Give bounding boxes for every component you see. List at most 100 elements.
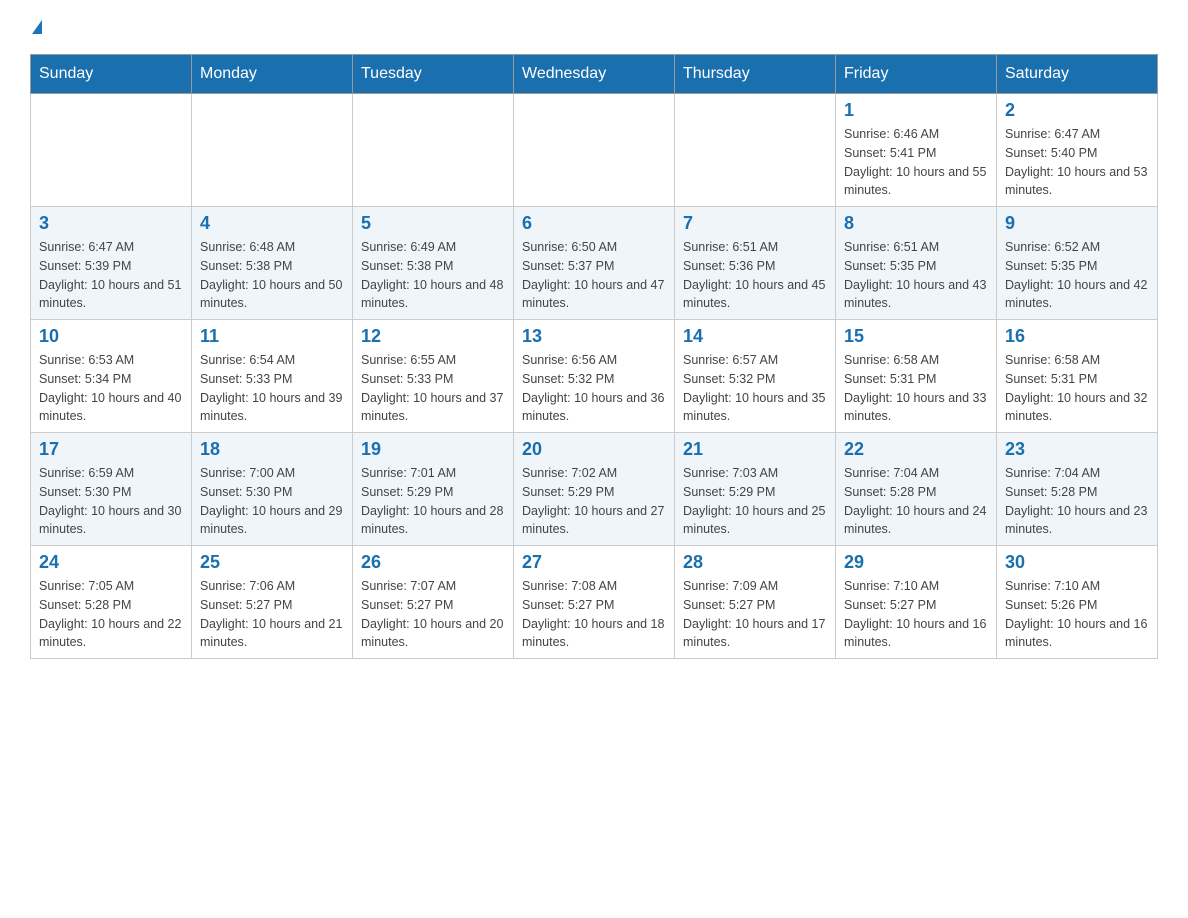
- day-number: 17: [39, 439, 183, 460]
- day-number: 19: [361, 439, 505, 460]
- calendar-cell: 21 Sunrise: 7:03 AMSunset: 5:29 PMDayligh…: [675, 433, 836, 546]
- calendar-cell: 10 Sunrise: 6:53 AMSunset: 5:34 PMDayligh…: [31, 320, 192, 433]
- day-number: 1: [844, 100, 988, 121]
- calendar-table: SundayMondayTuesdayWednesdayThursdayFrid…: [30, 54, 1158, 659]
- day-number: 22: [844, 439, 988, 460]
- weekday-header-friday: Friday: [836, 55, 997, 94]
- week-row-2: 3 Sunrise: 6:47 AMSunset: 5:39 PMDaylight…: [31, 207, 1158, 320]
- day-info: Sunrise: 6:50 AMSunset: 5:37 PMDaylight:…: [522, 238, 666, 313]
- day-info: Sunrise: 6:52 AMSunset: 5:35 PMDaylight:…: [1005, 238, 1149, 313]
- day-number: 20: [522, 439, 666, 460]
- day-number: 5: [361, 213, 505, 234]
- day-number: 30: [1005, 552, 1149, 573]
- calendar-cell: [353, 94, 514, 207]
- day-number: 13: [522, 326, 666, 347]
- calendar-cell: 7Sunrise: 6:51 AMSunset: 5:36 PMDaylight…: [675, 207, 836, 320]
- day-info: Sunrise: 7:10 AMSunset: 5:27 PMDaylight:…: [844, 577, 988, 652]
- calendar-cell: 15 Sunrise: 6:58 AMSunset: 5:31 PMDayligh…: [836, 320, 997, 433]
- day-info: Sunrise: 6:47 AMSunset: 5:40 PMDaylight:…: [1005, 125, 1149, 200]
- day-number: 9: [1005, 213, 1149, 234]
- day-info: Sunrise: 7:02 AMSunset: 5:29 PMDaylight:…: [522, 464, 666, 539]
- weekday-header-saturday: Saturday: [997, 55, 1158, 94]
- day-number: 18: [200, 439, 344, 460]
- day-number: 10: [39, 326, 183, 347]
- calendar-cell: 3 Sunrise: 6:47 AMSunset: 5:39 PMDaylight…: [31, 207, 192, 320]
- calendar-cell: 30 Sunrise: 7:10 AMSunset: 5:26 PMDayligh…: [997, 546, 1158, 659]
- week-row-5: 24Sunrise: 7:05 AMSunset: 5:28 PMDayligh…: [31, 546, 1158, 659]
- day-number: 15: [844, 326, 988, 347]
- day-info: Sunrise: 6:56 AMSunset: 5:32 PMDaylight:…: [522, 351, 666, 426]
- day-number: 28: [683, 552, 827, 573]
- day-info: Sunrise: 6:59 AMSunset: 5:30 PMDaylight:…: [39, 464, 183, 539]
- calendar-cell: 25 Sunrise: 7:06 AMSunset: 5:27 PMDayligh…: [192, 546, 353, 659]
- page-header: [30, 20, 1158, 34]
- calendar-cell: 19 Sunrise: 7:01 AMSunset: 5:29 PMDayligh…: [353, 433, 514, 546]
- weekday-header-monday: Monday: [192, 55, 353, 94]
- day-number: 6: [522, 213, 666, 234]
- calendar-cell: 18 Sunrise: 7:00 AMSunset: 5:30 PMDayligh…: [192, 433, 353, 546]
- day-info: Sunrise: 6:55 AMSunset: 5:33 PMDaylight:…: [361, 351, 505, 426]
- calendar-cell: 2Sunrise: 6:47 AMSunset: 5:40 PMDaylight…: [997, 94, 1158, 207]
- weekday-header-thursday: Thursday: [675, 55, 836, 94]
- day-info: Sunrise: 6:48 AMSunset: 5:38 PMDaylight:…: [200, 238, 344, 313]
- weekday-header-tuesday: Tuesday: [353, 55, 514, 94]
- day-info: Sunrise: 7:08 AMSunset: 5:27 PMDaylight:…: [522, 577, 666, 652]
- day-info: Sunrise: 6:47 AMSunset: 5:39 PMDaylight:…: [39, 238, 183, 313]
- day-info: Sunrise: 7:10 AMSunset: 5:26 PMDaylight:…: [1005, 577, 1149, 652]
- day-number: 16: [1005, 326, 1149, 347]
- day-info: Sunrise: 7:04 AMSunset: 5:28 PMDaylight:…: [844, 464, 988, 539]
- logo-triangle-icon: [32, 20, 42, 34]
- day-info: Sunrise: 6:53 AMSunset: 5:34 PMDaylight:…: [39, 351, 183, 426]
- calendar-cell: 16 Sunrise: 6:58 AMSunset: 5:31 PMDayligh…: [997, 320, 1158, 433]
- calendar-cell: 14 Sunrise: 6:57 AMSunset: 5:32 PMDayligh…: [675, 320, 836, 433]
- day-number: 24: [39, 552, 183, 573]
- day-info: Sunrise: 7:00 AMSunset: 5:30 PMDaylight:…: [200, 464, 344, 539]
- day-info: Sunrise: 7:09 AMSunset: 5:27 PMDaylight:…: [683, 577, 827, 652]
- day-number: 4: [200, 213, 344, 234]
- calendar-cell: 8 Sunrise: 6:51 AMSunset: 5:35 PMDaylight…: [836, 207, 997, 320]
- calendar-cell: [31, 94, 192, 207]
- calendar-cell: 9 Sunrise: 6:52 AMSunset: 5:35 PMDaylight…: [997, 207, 1158, 320]
- day-info: Sunrise: 7:04 AMSunset: 5:28 PMDaylight:…: [1005, 464, 1149, 539]
- logo: [30, 20, 42, 34]
- weekday-header-sunday: Sunday: [31, 55, 192, 94]
- calendar-cell: 29Sunrise: 7:10 AMSunset: 5:27 PMDayligh…: [836, 546, 997, 659]
- calendar-cell: 1 Sunrise: 6:46 AMSunset: 5:41 PMDaylight…: [836, 94, 997, 207]
- calendar-cell: 24Sunrise: 7:05 AMSunset: 5:28 PMDayligh…: [31, 546, 192, 659]
- day-info: Sunrise: 7:06 AMSunset: 5:27 PMDaylight:…: [200, 577, 344, 652]
- day-info: Sunrise: 7:03 AMSunset: 5:29 PMDaylight:…: [683, 464, 827, 539]
- calendar-cell: [192, 94, 353, 207]
- calendar-cell: 23 Sunrise: 7:04 AMSunset: 5:28 PMDayligh…: [997, 433, 1158, 546]
- day-number: 23: [1005, 439, 1149, 460]
- day-info: Sunrise: 6:58 AMSunset: 5:31 PMDaylight:…: [1005, 351, 1149, 426]
- day-info: Sunrise: 6:51 AMSunset: 5:36 PMDaylight:…: [683, 238, 827, 313]
- calendar-cell: 27 Sunrise: 7:08 AMSunset: 5:27 PMDayligh…: [514, 546, 675, 659]
- calendar-cell: [675, 94, 836, 207]
- calendar-cell: 17 Sunrise: 6:59 AMSunset: 5:30 PMDayligh…: [31, 433, 192, 546]
- calendar-cell: 22 Sunrise: 7:04 AMSunset: 5:28 PMDayligh…: [836, 433, 997, 546]
- calendar-cell: 5Sunrise: 6:49 AMSunset: 5:38 PMDaylight…: [353, 207, 514, 320]
- calendar-cell: [514, 94, 675, 207]
- day-number: 21: [683, 439, 827, 460]
- week-row-3: 10 Sunrise: 6:53 AMSunset: 5:34 PMDayligh…: [31, 320, 1158, 433]
- day-number: 25: [200, 552, 344, 573]
- day-number: 3: [39, 213, 183, 234]
- day-info: Sunrise: 7:01 AMSunset: 5:29 PMDaylight:…: [361, 464, 505, 539]
- day-info: Sunrise: 6:46 AMSunset: 5:41 PMDaylight:…: [844, 125, 988, 200]
- day-info: Sunrise: 6:58 AMSunset: 5:31 PMDaylight:…: [844, 351, 988, 426]
- calendar-cell: 26Sunrise: 7:07 AMSunset: 5:27 PMDayligh…: [353, 546, 514, 659]
- day-info: Sunrise: 6:51 AMSunset: 5:35 PMDaylight:…: [844, 238, 988, 313]
- day-info: Sunrise: 6:57 AMSunset: 5:32 PMDaylight:…: [683, 351, 827, 426]
- calendar-cell: 12 Sunrise: 6:55 AMSunset: 5:33 PMDayligh…: [353, 320, 514, 433]
- week-row-4: 17 Sunrise: 6:59 AMSunset: 5:30 PMDayligh…: [31, 433, 1158, 546]
- day-number: 11: [200, 326, 344, 347]
- calendar-cell: 28 Sunrise: 7:09 AMSunset: 5:27 PMDayligh…: [675, 546, 836, 659]
- calendar-cell: 6 Sunrise: 6:50 AMSunset: 5:37 PMDaylight…: [514, 207, 675, 320]
- calendar-cell: 4 Sunrise: 6:48 AMSunset: 5:38 PMDaylight…: [192, 207, 353, 320]
- day-number: 27: [522, 552, 666, 573]
- weekday-header-wednesday: Wednesday: [514, 55, 675, 94]
- day-number: 8: [844, 213, 988, 234]
- day-number: 14: [683, 326, 827, 347]
- day-info: Sunrise: 7:07 AMSunset: 5:27 PMDaylight:…: [361, 577, 505, 652]
- day-number: 12: [361, 326, 505, 347]
